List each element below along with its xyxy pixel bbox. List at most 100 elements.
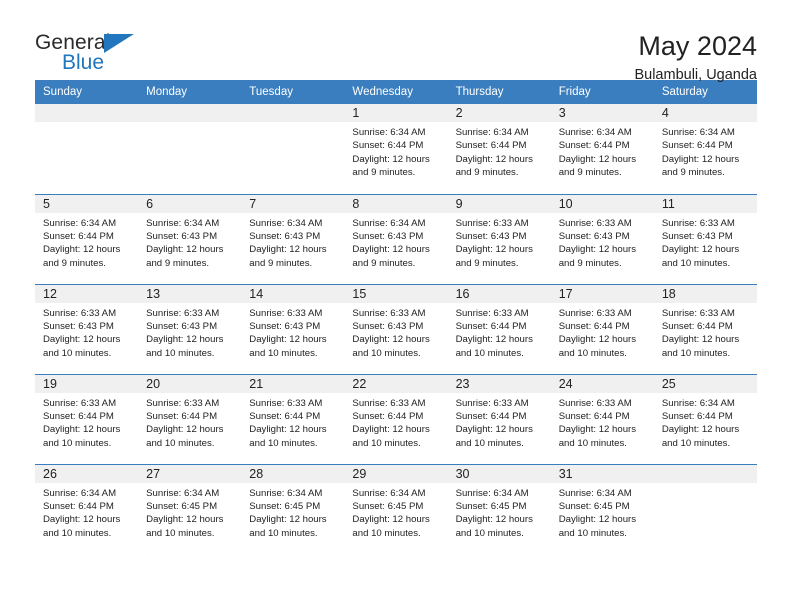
calendar-week-row: 5 Sunrise: 6:34 AM Sunset: 6:44 PM Daylight… [35, 193, 757, 284]
calendar-day-cell[interactable]: 25 Sunrise: 6:34 AM Sunset: 6:44 PM Dayligh… [653, 373, 757, 464]
day-daylight-line2-text: and 9 minutes. [661, 167, 725, 179]
day-number [241, 104, 345, 122]
calendar-day-cell[interactable]: 22 Sunrise: 6:33 AM Sunset: 6:44 PM Dayligh… [344, 373, 448, 464]
day-number: 16 [447, 284, 551, 303]
day-daylight-line1-text: Daylight: 12 hours [558, 153, 637, 165]
calendar-day-cell[interactable]: 4 Sunrise: 6:34 AM Sunset: 6:44 PM Daylight… [653, 104, 757, 194]
day-sunset-text: Sunset: 6:44 PM [146, 410, 218, 422]
calendar-day-cell[interactable]: 31 Sunrise: 6:34 AM Sunset: 6:45 PM Dayligh… [550, 463, 654, 554]
day-number: 28 [241, 464, 345, 483]
day-sun-info: Sunrise: 6:34 AM Sunset: 6:44 PM Daylight:… [344, 122, 447, 180]
day-daylight-line2-text: and 10 minutes. [455, 347, 524, 359]
day-sunrise-text: Sunrise: 6:33 AM [661, 307, 735, 319]
day-cell-inner: 27 Sunrise: 6:34 AM Sunset: 6:45 PM Dayligh… [138, 464, 242, 555]
day-cell-inner: 16 Sunrise: 6:33 AM Sunset: 6:44 PM Dayligh… [447, 284, 551, 374]
day-sunset-text: Sunset: 6:45 PM [249, 500, 321, 512]
day-sunset-text: Sunset: 6:44 PM [455, 140, 527, 152]
day-cell-inner: 17 Sunrise: 6:33 AM Sunset: 6:44 PM Dayligh… [550, 284, 654, 374]
calendar-week-row: 12 Sunrise: 6:33 AM Sunset: 6:43 PM Dayligh… [35, 283, 757, 374]
day-daylight-line2-text: and 9 minutes. [558, 167, 622, 179]
day-daylight-line1-text: Daylight: 12 hours [661, 153, 740, 165]
day-daylight-line1-text: Daylight: 12 hours [43, 244, 121, 256]
day-number: 7 [241, 194, 345, 213]
day-daylight-line2-text: and 10 minutes. [249, 347, 318, 359]
calendar-day-cell[interactable]: 20 Sunrise: 6:33 AM Sunset: 6:44 PM Dayligh… [138, 373, 242, 464]
general-blue-logo: General Blue [35, 28, 155, 76]
day-number: 19 [35, 374, 139, 393]
day-sunset-text: Sunset: 6:43 PM [455, 230, 527, 242]
day-sun-info: Sunrise: 6:34 AM Sunset: 6:45 PM Daylight:… [551, 483, 654, 541]
day-daylight-line2-text: and 10 minutes. [661, 437, 731, 449]
calendar-day-cell[interactable]: 6 Sunrise: 6:34 AM Sunset: 6:43 PM Daylight… [138, 193, 242, 284]
calendar-day-cell[interactable]: 23 Sunrise: 6:33 AM Sunset: 6:44 PM Dayligh… [447, 373, 551, 464]
calendar-day-cell[interactable]: 2 Sunrise: 6:34 AM Sunset: 6:44 PM Daylight… [447, 104, 551, 194]
day-daylight-line2-text: and 10 minutes. [352, 527, 421, 539]
day-sunset-text: Sunset: 6:43 PM [146, 320, 218, 332]
calendar-day-cell[interactable]: 12 Sunrise: 6:33 AM Sunset: 6:43 PM Dayligh… [35, 283, 139, 374]
day-daylight-line1-text: Daylight: 12 hours [249, 424, 327, 436]
day-sun-info: Sunrise: 6:34 AM Sunset: 6:45 PM Daylight:… [138, 483, 241, 541]
calendar-day-cell[interactable]: 17 Sunrise: 6:33 AM Sunset: 6:44 PM Dayligh… [550, 283, 654, 374]
day-sun-info: Sunrise: 6:33 AM Sunset: 6:44 PM Daylight:… [654, 303, 757, 361]
calendar-day-cell[interactable]: 10 Sunrise: 6:33 AM Sunset: 6:43 PM Dayligh… [550, 193, 654, 284]
day-cell-inner: 10 Sunrise: 6:33 AM Sunset: 6:43 PM Dayligh… [550, 194, 654, 284]
day-sun-info: Sunrise: 6:33 AM Sunset: 6:43 PM Daylight:… [344, 303, 447, 361]
calendar-day-cell[interactable]: 19 Sunrise: 6:33 AM Sunset: 6:44 PM Dayligh… [35, 373, 139, 464]
day-cell-inner: 8 Sunrise: 6:34 AM Sunset: 6:43 PM Daylight… [344, 194, 448, 284]
day-cell-inner: 1 Sunrise: 6:34 AM Sunset: 6:44 PM Daylight… [344, 104, 448, 194]
day-number: 21 [241, 374, 345, 393]
calendar-day-cell[interactable]: 15 Sunrise: 6:33 AM Sunset: 6:43 PM Dayligh… [344, 283, 448, 374]
day-sun-info: Sunrise: 6:33 AM Sunset: 6:43 PM Daylight:… [654, 213, 757, 271]
calendar-day-cell[interactable]: 30 Sunrise: 6:34 AM Sunset: 6:45 PM Dayligh… [447, 463, 551, 554]
day-sun-info: Sunrise: 6:34 AM Sunset: 6:44 PM Daylight:… [654, 393, 757, 451]
day-daylight-line1-text: Daylight: 12 hours [43, 424, 121, 436]
day-daylight-line1-text: Daylight: 12 hours [249, 244, 327, 256]
calendar-day-cell[interactable]: 9 Sunrise: 6:33 AM Sunset: 6:43 PM Daylight… [447, 193, 551, 284]
day-sunrise-text: Sunrise: 6:33 AM [43, 307, 117, 319]
day-sunrise-text: Sunrise: 6:33 AM [146, 307, 220, 319]
day-number: 6 [138, 194, 242, 213]
day-sunset-text: Sunset: 6:43 PM [249, 320, 321, 332]
calendar-day-cell[interactable]: 11 Sunrise: 6:33 AM Sunset: 6:43 PM Dayligh… [653, 193, 757, 284]
calendar-day-cell[interactable]: 5 Sunrise: 6:34 AM Sunset: 6:44 PM Daylight… [35, 193, 139, 284]
day-sun-info: Sunrise: 6:33 AM Sunset: 6:44 PM Daylight:… [138, 393, 241, 451]
calendar-day-cell[interactable]: 24 Sunrise: 6:33 AM Sunset: 6:44 PM Dayligh… [550, 373, 654, 464]
day-cell-inner [241, 104, 345, 194]
calendar-day-cell[interactable]: 1 Sunrise: 6:34 AM Sunset: 6:44 PM Daylight… [344, 104, 448, 194]
day-number [35, 104, 139, 122]
calendar-day-cell[interactable]: 14 Sunrise: 6:33 AM Sunset: 6:43 PM Dayligh… [241, 283, 345, 374]
calendar-day-cell[interactable]: 18 Sunrise: 6:33 AM Sunset: 6:44 PM Dayligh… [653, 283, 757, 374]
day-sunrise-text: Sunrise: 6:33 AM [661, 217, 735, 229]
calendar-day-cell[interactable]: 8 Sunrise: 6:34 AM Sunset: 6:43 PM Daylight… [344, 193, 448, 284]
day-number: 13 [138, 284, 242, 303]
day-sunset-text: Sunset: 6:44 PM [352, 140, 424, 152]
day-sunrise-text: Sunrise: 6:34 AM [558, 487, 632, 499]
day-sun-info: Sunrise: 6:33 AM Sunset: 6:44 PM Daylight:… [448, 303, 551, 361]
day-sun-info: Sunrise: 6:33 AM Sunset: 6:44 PM Daylight:… [448, 393, 551, 451]
day-daylight-line1-text: Daylight: 12 hours [558, 334, 637, 346]
calendar-day-cell[interactable]: 3 Sunrise: 6:34 AM Sunset: 6:44 PM Daylight… [550, 104, 654, 194]
day-cell-inner: 21 Sunrise: 6:33 AM Sunset: 6:44 PM Dayligh… [241, 374, 345, 464]
calendar-day-cell[interactable]: 27 Sunrise: 6:34 AM Sunset: 6:45 PM Dayligh… [138, 463, 242, 555]
calendar-day-cell[interactable]: 7 Sunrise: 6:34 AM Sunset: 6:43 PM Daylight… [241, 193, 345, 284]
day-sun-info: Sunrise: 6:34 AM Sunset: 6:43 PM Daylight:… [344, 213, 447, 271]
calendar-day-cell[interactable]: 16 Sunrise: 6:33 AM Sunset: 6:44 PM Dayligh… [447, 283, 551, 374]
day-daylight-line2-text: and 9 minutes. [455, 167, 519, 179]
day-sunset-text: Sunset: 6:44 PM [43, 500, 114, 512]
calendar-day-cell[interactable]: 26 Sunrise: 6:34 AM Sunset: 6:44 PM Dayligh… [35, 463, 139, 554]
day-daylight-line1-text: Daylight: 12 hours [352, 244, 430, 256]
day-daylight-line2-text: and 10 minutes. [146, 437, 215, 449]
day-sunrise-text: Sunrise: 6:34 AM [455, 487, 529, 499]
day-number: 9 [447, 194, 551, 213]
calendar-day-cell[interactable]: 21 Sunrise: 6:33 AM Sunset: 6:44 PM Dayligh… [241, 373, 345, 464]
day-daylight-line2-text: and 10 minutes. [558, 347, 627, 359]
calendar-day-cell[interactable]: 29 Sunrise: 6:34 AM Sunset: 6:45 PM Dayligh… [344, 463, 448, 554]
day-daylight-line2-text: and 10 minutes. [455, 527, 524, 539]
day-number [138, 104, 242, 122]
calendar-day-cell[interactable]: 13 Sunrise: 6:33 AM Sunset: 6:43 PM Dayligh… [138, 283, 242, 374]
day-daylight-line2-text: and 10 minutes. [661, 347, 731, 359]
day-sunset-text: Sunset: 6:44 PM [558, 410, 630, 422]
day-number: 22 [344, 374, 448, 393]
day-sunrise-text: Sunrise: 6:33 AM [455, 307, 529, 319]
calendar-day-cell[interactable]: 28 Sunrise: 6:34 AM Sunset: 6:45 PM Dayligh… [241, 463, 345, 554]
